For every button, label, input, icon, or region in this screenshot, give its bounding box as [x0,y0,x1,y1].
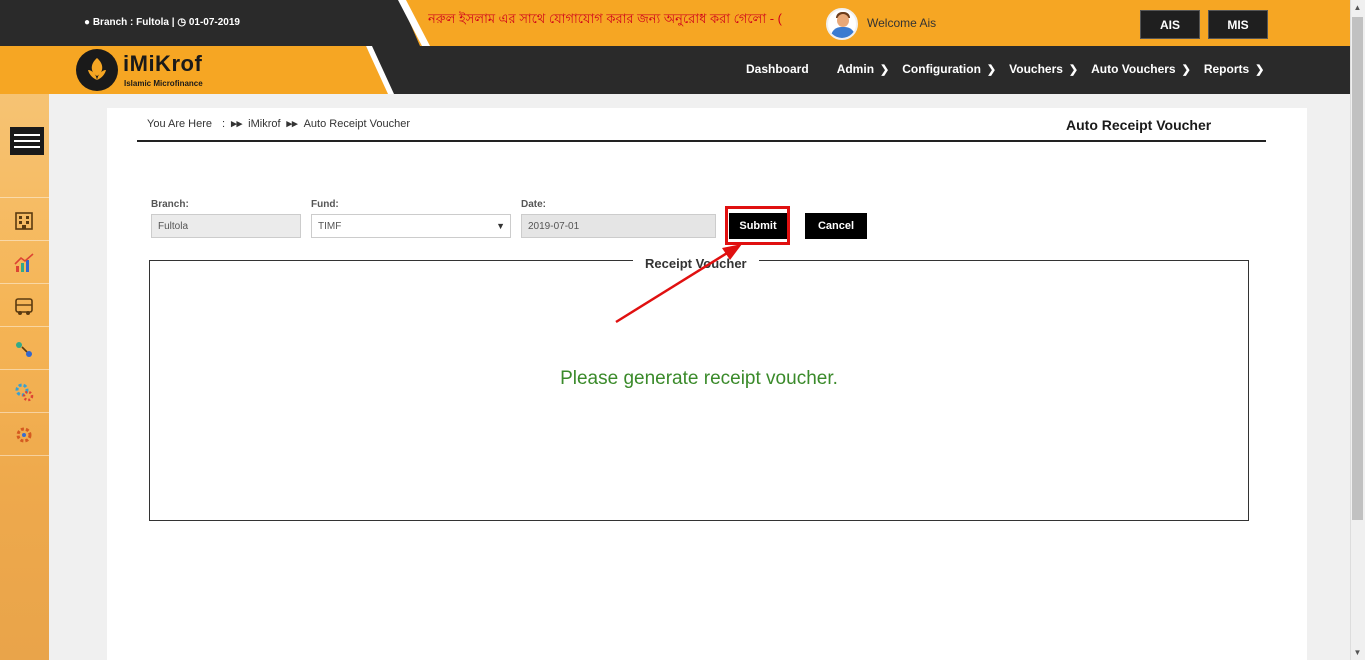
menu-admin-label: Admin [836,62,875,76]
page-title: Auto Receipt Voucher [1066,117,1212,133]
fund-label: Fund: [311,199,339,210]
fund-select[interactable]: TIMF ▼ [311,214,511,238]
dropdown-arrow-icon: ▼ [496,221,505,231]
breadcrumb-item-current: Auto Receipt Voucher [303,117,410,130]
breadcrumb-item-imikrof[interactable]: iMikrof [248,118,280,130]
menu-vouchers[interactable]: Vouchers ❯ [1009,62,1078,76]
sidebar-divider [0,326,49,327]
sidebar-divider [0,455,49,456]
menu-admin[interactable]: Admin ❯ [837,62,890,76]
sidebar-divider [0,283,49,284]
title-divider [137,140,1266,142]
breadcrumb-label: You Are Here [147,117,213,130]
breadcrumb: You Are Here : ▸▸ iMikrof ▸▸ Auto Receip… [147,117,410,131]
menu-dashboard[interactable]: Dashboard [746,62,809,76]
leaf-icon [88,58,106,80]
menu-reports-label: Reports [1203,62,1250,76]
branch-info: ● Branch : Fultola | ◷ 01-07-2019 [84,17,240,28]
scroll-down-arrow-icon[interactable]: ▼ [1350,645,1365,660]
mis-button[interactable]: MIS [1208,10,1268,39]
date-label: Date: [521,199,547,210]
scrollbar-thumb[interactable] [1352,17,1363,520]
menu-reports[interactable]: Reports ❯ [1204,62,1265,76]
user-avatar[interactable] [826,8,858,40]
clock-icon: ◷ [177,17,187,28]
chevron-right-icon: ❯ [986,63,997,76]
branch-field[interactable]: Fultola [151,214,301,238]
menu-auto-vouchers-label: Auto Vouchers [1091,62,1176,76]
chevron-right-icon: ❯ [1255,63,1265,76]
ais-button[interactable]: AIS [1140,10,1200,39]
menu-dashboard-label: Dashboard [746,62,809,76]
welcome-text: Welcome Ais [867,16,937,30]
settings-icon[interactable] [12,423,36,447]
fund-selected-value: TIMF [318,220,342,232]
generate-message: Please generate receipt voucher. [560,368,838,389]
sidebar [0,94,49,660]
hamburger-menu-icon[interactable] [10,127,44,155]
sidebar-divider [0,240,49,241]
globe-icon: ● [84,17,91,28]
bus-icon[interactable] [12,294,36,318]
chevron-right-icon: ❯ [1068,63,1079,76]
breadcrumb-separator: : [222,117,226,130]
menu-vouchers-label: Vouchers [1009,62,1063,76]
sidebar-divider [0,197,49,198]
chart-icon[interactable] [12,251,36,275]
branch-text: Branch : Fultola | [92,17,175,28]
double-chevron-icon: ▸▸ [286,118,298,130]
main-menu: Dashboard Admin ❯ Configuration ❯ Vouche… [746,62,1264,76]
menu-configuration-label: Configuration [902,62,981,76]
sidebar-divider [0,369,49,370]
branch-label: Branch: [151,199,189,210]
logo-subtitle: Islamic Microfinance [124,79,203,88]
building-icon[interactable] [12,208,36,232]
chevron-right-icon: ❯ [1181,63,1191,76]
menu-auto-vouchers[interactable]: Auto Vouchers ❯ [1091,62,1191,76]
gear-group-icon[interactable] [12,380,36,404]
chevron-right-icon: ❯ [880,63,890,76]
annotation-arrow-icon [615,244,742,324]
notice-marquee: নরুল ইসলাম এর সাথে যোগাযোগ করার জন্য অনু… [428,11,782,26]
cancel-button[interactable]: Cancel [805,213,867,239]
map-icon[interactable] [12,337,36,361]
scroll-up-arrow-icon[interactable]: ▲ [1350,0,1365,15]
menu-configuration[interactable]: Configuration ❯ [902,62,996,76]
double-chevron-icon: ▸▸ [231,118,243,130]
logo-title: iMiKrof [123,51,203,76]
date-text: 01-07-2019 [188,17,240,28]
sidebar-divider [0,412,49,413]
